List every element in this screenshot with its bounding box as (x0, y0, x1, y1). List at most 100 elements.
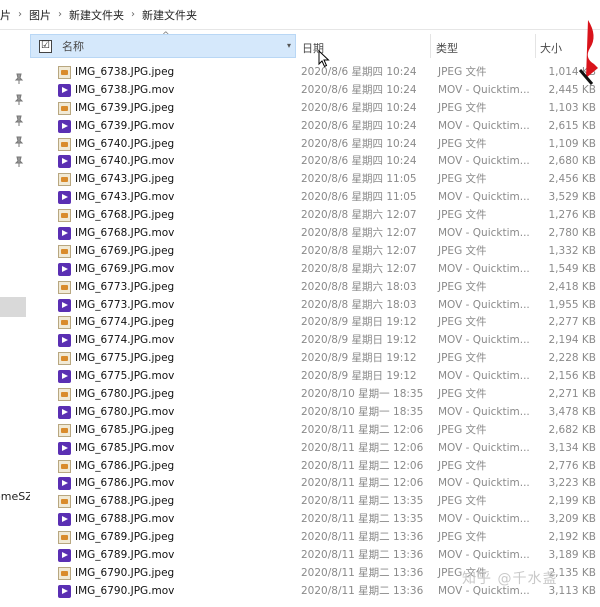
file-row[interactable]: IMG_6788.JPG.jpeg 2020/8/11 星期二 13:35 JPEG… (30, 493, 600, 511)
file-size: 3,478 KB (548, 405, 597, 418)
pin-icon[interactable] (14, 94, 24, 106)
file-size: 2,156 KB (548, 370, 597, 383)
file-name: IMG_6773.JPG.jpeg (75, 280, 175, 293)
file-row[interactable]: IMG_6788.JPG.mov 2020/8/11 星期二 13:35 MOV -… (30, 511, 600, 529)
file-row[interactable]: IMG_6740.JPG.mov 2020/8/6 星期四 10:24 MOV - … (30, 153, 600, 171)
file-name: IMG_6789.JPG.jpeg (75, 531, 175, 544)
file-row[interactable]: IMG_6768.JPG.mov 2020/8/8 星期六 12:07 MOV - … (30, 225, 600, 243)
file-name: IMG_6739.JPG.mov (75, 119, 175, 132)
breadcrumb-item-partial[interactable]: 片 (0, 7, 15, 23)
file-row[interactable]: IMG_6774.JPG.mov 2020/8/9 星期日 19:12 MOV - … (30, 332, 600, 350)
breadcrumb-item-current-folder[interactable]: 新建文件夹 (138, 7, 201, 23)
file-row[interactable]: IMG_6739.JPG.jpeg 2020/8/6 星期四 10:24 JPEG … (30, 100, 600, 118)
breadcrumb-item-new-folder[interactable]: 新建文件夹 (65, 7, 128, 23)
file-list: IMG_6738.JPG.jpeg 2020/8/6 星期四 10:24 JPEG … (30, 64, 600, 607)
file-row[interactable]: IMG_6740.JPG.jpeg 2020/8/6 星期四 10:24 JPEG … (30, 136, 600, 154)
file-row[interactable]: IMG_6739.JPG.mov 2020/8/6 星期四 10:24 MOV - … (30, 118, 600, 136)
file-row[interactable]: IMG_6789.JPG.jpeg 2020/8/11 星期二 13:36 JPEG… (30, 529, 600, 547)
file-date: 2020/8/11 星期二 13:36 (301, 566, 424, 579)
file-name: IMG_6738.JPG.mov (75, 83, 175, 96)
file-date: 2020/8/8 星期六 18:03 (301, 298, 417, 311)
file-row[interactable]: IMG_6785.JPG.jpeg 2020/8/11 星期二 12:06 JPEG… (30, 422, 600, 440)
column-header-name-label: 名称 (62, 40, 84, 53)
file-row[interactable]: IMG_6775.JPG.jpeg 2020/8/9 星期日 19:12 JPEG … (30, 350, 600, 368)
nav-selected-item[interactable] (0, 297, 26, 317)
file-name: IMG_6788.JPG.jpeg (75, 495, 175, 508)
file-name: IMG_6740.JPG.jpeg (75, 137, 175, 150)
file-size: 2,277 KB (548, 316, 597, 329)
file-row[interactable]: IMG_6775.JPG.mov 2020/8/9 星期日 19:12 MOV - … (30, 368, 600, 386)
file-row[interactable]: IMG_6780.JPG.jpeg 2020/8/10 星期一 18:35 JPEG… (30, 386, 600, 404)
file-type: JPEG 文件 (438, 280, 487, 293)
breadcrumb-item-pictures[interactable]: 图片 (25, 7, 55, 23)
pin-icon[interactable] (14, 156, 24, 168)
image-file-icon (58, 280, 71, 294)
file-name: IMG_6774.JPG.mov (75, 334, 175, 347)
file-size: 3,189 KB (548, 549, 597, 562)
file-date: 2020/8/11 星期二 13:36 (301, 531, 424, 544)
chevron-right-icon[interactable]: › (128, 9, 138, 20)
file-row[interactable]: IMG_6780.JPG.mov 2020/8/10 星期一 18:35 MOV -… (30, 404, 600, 422)
file-size: 1,276 KB (548, 209, 597, 222)
file-type: JPEG 文件 (438, 244, 487, 257)
file-size: 3,223 KB (548, 477, 597, 490)
file-date: 2020/8/11 星期二 12:06 (301, 423, 424, 436)
column-header-size[interactable]: 大小 (540, 40, 562, 56)
file-row[interactable]: IMG_6769.JPG.mov 2020/8/8 星期六 12:07 MOV - … (30, 261, 600, 279)
file-name: IMG_6743.JPG.jpeg (75, 173, 175, 186)
file-name: IMG_6739.JPG.jpeg (75, 101, 175, 114)
file-row[interactable]: IMG_6773.JPG.mov 2020/8/8 星期六 18:03 MOV - … (30, 297, 600, 315)
file-size: 2,192 KB (548, 531, 597, 544)
select-all-checkbox[interactable]: ☑ (39, 39, 52, 53)
file-name: IMG_6789.JPG.mov (75, 549, 175, 562)
file-type: JPEG 文件 (438, 66, 487, 78)
file-row[interactable]: IMG_6768.JPG.jpeg 2020/8/8 星期六 12:07 JPEG … (30, 207, 600, 225)
file-type: JPEG 文件 (438, 173, 487, 186)
column-divider[interactable] (535, 34, 536, 58)
chevron-right-icon[interactable]: › (55, 9, 65, 20)
column-header-type[interactable]: 类型 (436, 40, 458, 56)
video-file-icon (58, 191, 71, 205)
file-row[interactable]: IMG_6738.JPG.mov 2020/8/6 星期四 10:24 MOV - … (30, 82, 600, 100)
file-name: IMG_6774.JPG.jpeg (75, 316, 175, 329)
file-name: IMG_6769.JPG.mov (75, 262, 175, 275)
file-date: 2020/8/11 星期二 12:06 (301, 459, 424, 472)
file-name: IMG_6743.JPG.mov (75, 191, 175, 204)
file-row[interactable]: IMG_6743.JPG.jpeg 2020/8/6 星期四 11:05 JPEG … (30, 171, 600, 189)
chevron-right-icon[interactable]: › (15, 9, 25, 20)
column-divider[interactable] (430, 34, 431, 58)
file-name: IMG_6740.JPG.mov (75, 155, 175, 168)
file-name: IMG_6768.JPG.mov (75, 227, 175, 240)
file-size: 2,199 KB (548, 495, 597, 508)
file-row[interactable]: IMG_6743.JPG.mov 2020/8/6 星期四 11:05 MOV - … (30, 189, 600, 207)
file-row[interactable]: IMG_6774.JPG.jpeg 2020/8/9 星期日 19:12 JPEG … (30, 314, 600, 332)
file-row[interactable]: IMG_6789.JPG.mov 2020/8/11 星期二 13:36 MOV -… (30, 547, 600, 565)
chevron-down-icon[interactable]: ▾ (287, 41, 291, 50)
file-row[interactable]: IMG_6786.JPG.jpeg 2020/8/11 星期二 12:06 JPEG… (30, 458, 600, 476)
file-date: 2020/8/9 星期日 19:12 (301, 352, 417, 365)
file-row[interactable]: IMG_6785.JPG.mov 2020/8/11 星期二 12:06 MOV -… (30, 440, 600, 458)
pin-icon[interactable] (14, 136, 24, 148)
image-file-icon (58, 423, 71, 437)
nav-item-label[interactable]: omeSZ (0, 490, 30, 503)
image-file-icon (58, 173, 71, 187)
file-row[interactable]: IMG_6738.JPG.jpeg 2020/8/6 星期四 10:24 JPEG … (30, 64, 600, 82)
column-header-name[interactable]: ☑ 名称 ^ ▾ (30, 31, 296, 58)
pin-icon[interactable] (14, 115, 24, 127)
pin-icon[interactable] (14, 73, 24, 85)
image-file-icon (58, 244, 71, 258)
file-size: 2,780 KB (548, 227, 597, 240)
file-row[interactable]: IMG_6773.JPG.jpeg 2020/8/8 星期六 18:03 JPEG … (30, 279, 600, 297)
file-date: 2020/8/6 星期四 10:24 (301, 101, 417, 114)
file-date: 2020/8/6 星期四 10:24 (301, 83, 417, 96)
file-date: 2020/8/11 星期二 13:35 (301, 513, 424, 526)
file-row[interactable]: IMG_6769.JPG.jpeg 2020/8/8 星期六 12:07 JPEG … (30, 243, 600, 261)
video-file-icon (58, 405, 71, 419)
file-name: IMG_6790.JPG.jpeg (75, 566, 175, 579)
file-date: 2020/8/6 星期四 11:05 (301, 191, 417, 204)
file-size: 2,418 KB (548, 280, 597, 293)
video-file-icon (58, 298, 71, 312)
file-name: IMG_6780.JPG.mov (75, 405, 175, 418)
file-date: 2020/8/11 星期二 13:36 (301, 584, 424, 597)
file-row[interactable]: IMG_6786.JPG.mov 2020/8/11 星期二 12:06 MOV -… (30, 475, 600, 493)
